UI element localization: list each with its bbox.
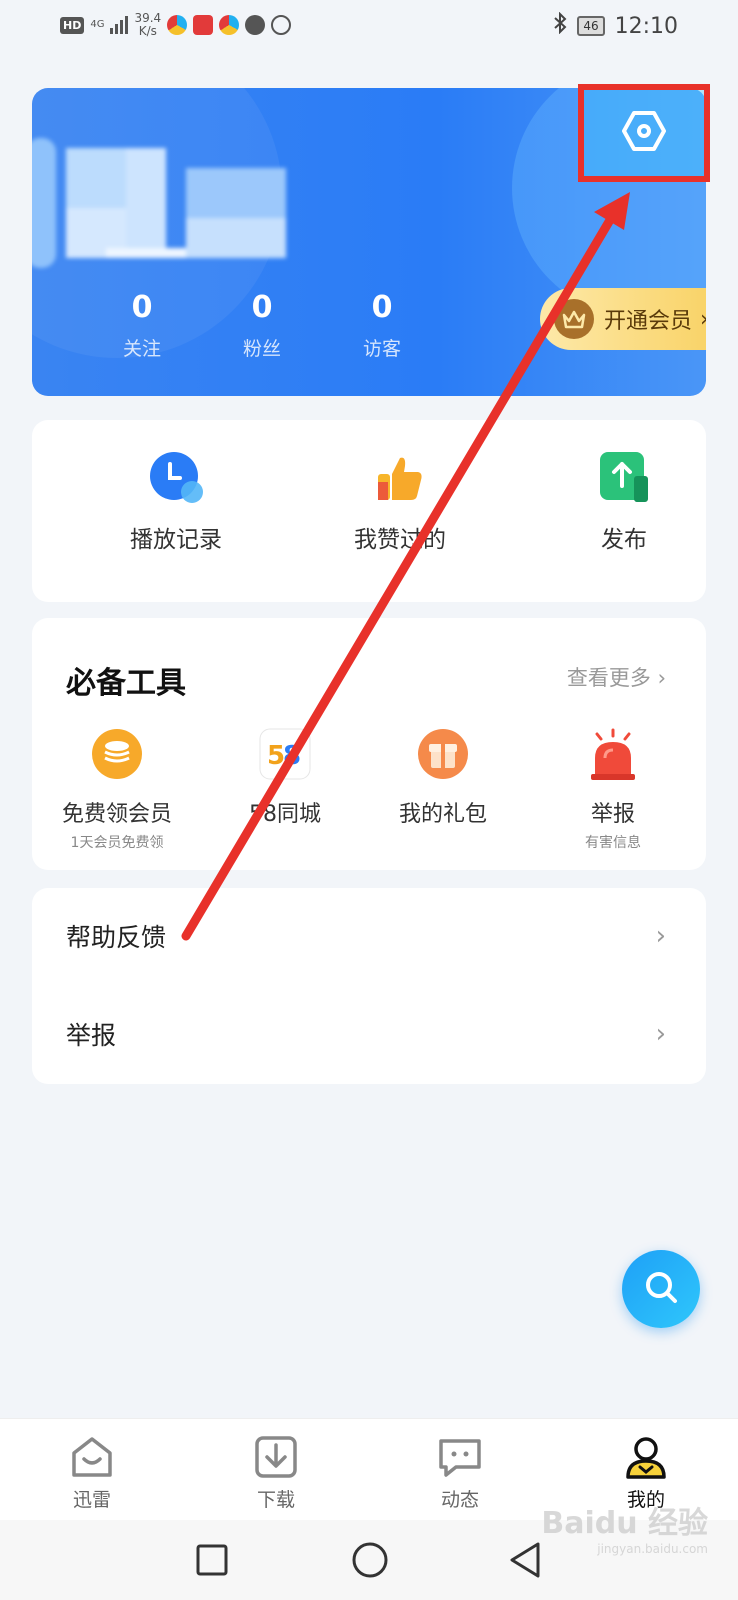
recents-button[interactable] [192, 1540, 232, 1580]
clock-icon [148, 450, 204, 506]
menu-report[interactable]: 举报 › [32, 986, 706, 1082]
tool-58-city[interactable]: 5 8 58同城 [200, 728, 370, 832]
back-button[interactable] [506, 1540, 546, 1580]
chat-icon [436, 1433, 484, 1481]
tool-label: 58同城 [249, 802, 321, 827]
app-notification-icon [245, 15, 266, 35]
status-right: 46 12:10 [553, 11, 678, 40]
stat-followers[interactable]: 0 粉丝 [202, 288, 322, 361]
status-left: HD 4G 39.4 K/s [60, 12, 292, 38]
search-icon [642, 1268, 680, 1310]
tool-free-vip[interactable]: 免费领会员 1天会员免费领 [32, 728, 202, 852]
menu-help-feedback[interactable]: 帮助反馈 › [32, 888, 706, 984]
home-button[interactable] [350, 1540, 390, 1580]
tab-label: 动态 [440, 1489, 479, 1511]
tool-label: 免费领会员 [61, 802, 172, 827]
upload-icon [596, 450, 652, 506]
quick-label: 发布 [601, 527, 647, 553]
crown-icon [554, 299, 594, 339]
tool-report[interactable]: 举报 有害信息 [528, 728, 698, 852]
thumbs-up-icon [372, 450, 428, 506]
coin-stack-icon [91, 728, 143, 780]
gift-icon [417, 728, 469, 780]
chevron-right-icon: › [655, 921, 666, 951]
clock-time: 12:10 [614, 13, 678, 39]
tool-sublabel: 有害信息 [585, 835, 641, 851]
globe-icon [271, 15, 292, 35]
tool-gift[interactable]: 我的礼包 [358, 728, 528, 832]
download-icon [252, 1433, 300, 1481]
quick-label: 我赞过的 [354, 527, 446, 553]
app-notification-icon [219, 15, 240, 35]
watermark-url: jingyan.baidu.com [597, 1542, 708, 1556]
stat-following[interactable]: 0 关注 [82, 288, 202, 361]
battery-icon: 46 [577, 16, 605, 36]
speed-value: 39.4 [134, 11, 162, 25]
pixelated-avatar[interactable] [32, 138, 316, 268]
see-more-link[interactable]: 查看更多 › [567, 662, 666, 692]
stat-value: 0 [131, 290, 153, 325]
profile-icon [622, 1433, 670, 1481]
tab-label: 迅雷 [72, 1489, 111, 1511]
settings-button[interactable] [578, 84, 710, 182]
tab-feed[interactable]: 动态 [410, 1433, 510, 1512]
stat-label: 粉丝 [242, 338, 281, 360]
tab-download[interactable]: 下载 [226, 1433, 326, 1512]
chevron-right-icon: › [700, 307, 706, 332]
vip-button[interactable]: 开通会员 › [540, 288, 706, 350]
stat-value: 0 [251, 290, 273, 325]
watermark-brand: Baidu 经验 [541, 1506, 708, 1541]
tools-title: 必备工具 [66, 666, 186, 701]
menu-label: 帮助反馈 [66, 923, 167, 952]
profile-stats: 0 关注 0 粉丝 0 访客 [82, 288, 442, 361]
chevron-right-icon: › [655, 1019, 666, 1049]
status-bar: HD 4G 39.4 K/s 46 12:10 [0, 0, 738, 56]
tool-label: 举报 [590, 802, 635, 827]
tool-label: 我的礼包 [398, 802, 487, 827]
alarm-icon [587, 728, 639, 780]
stat-label: 访客 [362, 338, 401, 360]
quick-play-history[interactable]: 播放记录 [96, 450, 256, 554]
network-type: 4G [90, 19, 105, 30]
tools-card: 必备工具 查看更多 › 免费领会员 1天会员免费领 5 8 58同城 我的礼包 … [32, 618, 706, 870]
tool-sublabel: 1天会员免费领 [70, 835, 164, 851]
hd-badge: HD [60, 16, 85, 34]
stat-label: 关注 [122, 338, 161, 360]
bluetooth-icon [553, 11, 567, 40]
speed-unit: K/s [138, 24, 157, 38]
network-speed: 39.4 K/s [134, 12, 161, 38]
quick-actions-card: 播放记录 我赞过的 发布 [32, 420, 706, 602]
menu-card: 帮助反馈 › 举报 › [32, 888, 706, 1084]
menu-label: 举报 [66, 1021, 117, 1050]
settings-hexagon-icon [622, 109, 666, 157]
quick-publish[interactable]: 发布 [544, 450, 704, 554]
search-fab-button[interactable] [622, 1250, 700, 1328]
baidu-watermark: Baidu 经验 jingyan.baidu.com [541, 1498, 708, 1556]
tab-home[interactable]: 迅雷 [42, 1433, 142, 1512]
vip-label: 开通会员 [604, 309, 693, 334]
app-notification-icon [193, 15, 214, 35]
stat-value: 0 [371, 290, 393, 325]
quick-label: 播放记录 [130, 527, 222, 553]
app-notification-icon [167, 15, 188, 35]
tab-label: 下载 [256, 1489, 295, 1511]
home-icon [68, 1433, 116, 1481]
signal-icon [110, 16, 129, 34]
svg-text:8: 8 [283, 741, 301, 771]
58-logo-icon: 5 8 [259, 728, 311, 780]
stat-visitors[interactable]: 0 访客 [322, 288, 442, 361]
quick-liked[interactable]: 我赞过的 [320, 450, 480, 554]
